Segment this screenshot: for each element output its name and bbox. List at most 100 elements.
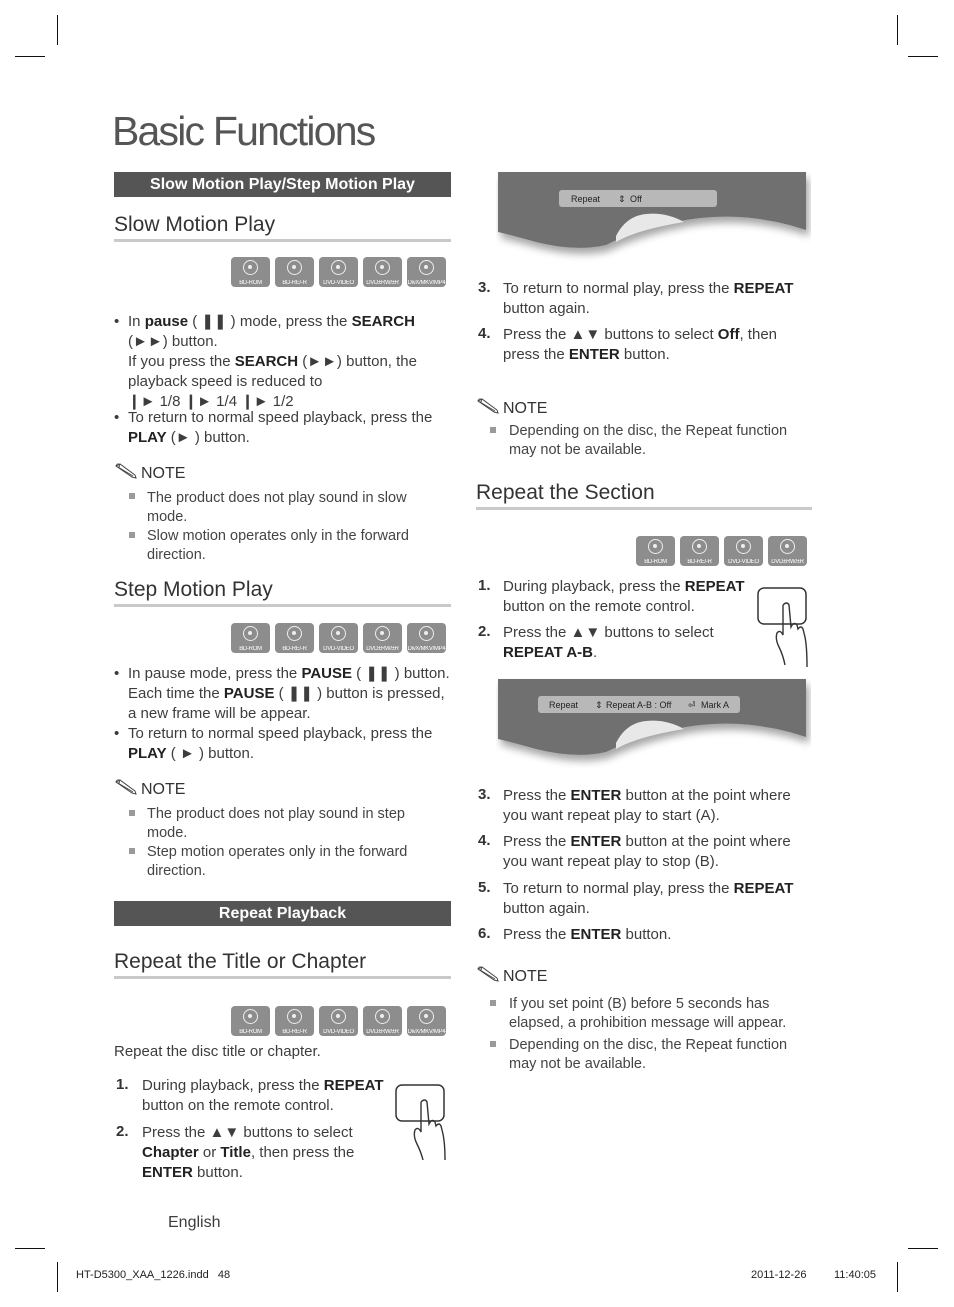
crop-mark (57, 1262, 58, 1292)
disc-icon (243, 1009, 258, 1024)
step-number: 4. (478, 832, 491, 849)
repeat-section-step-5: To return to normal play, press the REPE… (503, 880, 794, 917)
disc-icon (243, 260, 258, 275)
repeat-section-step-3: Press the ENTER button at the point wher… (503, 787, 791, 824)
disc-icon (287, 1009, 302, 1024)
remote-hand-icon (757, 587, 808, 668)
disc-icon (780, 539, 795, 554)
note-heading: NOTE (114, 779, 185, 800)
disc-icon (692, 539, 707, 554)
heading-rule (476, 507, 812, 510)
disc-icon (375, 626, 390, 641)
step-number: 1. (478, 577, 491, 594)
heading-step-motion: Step Motion Play (114, 578, 273, 601)
disc-type-label: DVD±RW/±R (366, 1029, 399, 1035)
note-bullet (490, 1041, 496, 1047)
disc-icon (243, 626, 258, 641)
crop-mark (15, 56, 45, 57)
disc-type-badge: DVD±RW/±R (363, 623, 402, 653)
footer-date: 2011-12-26 (751, 1269, 807, 1281)
bullet: • (114, 409, 120, 426)
note-item: Slow motion operates only in the forward… (147, 528, 409, 563)
disc-type-badge: BD-RE/-R (275, 1006, 314, 1036)
heading-slow-motion: Slow Motion Play (114, 213, 276, 236)
osd-screenshot-repeat-ab: Repeat ⇕ Repeat A-B : Off ⏎ Mark A (498, 679, 806, 755)
osd-updown-icon: ⇕ (618, 195, 626, 205)
bullet: • (114, 313, 120, 330)
step-number: 6. (478, 925, 491, 942)
disc-icon (375, 260, 390, 275)
disc-type-badge: BD-ROM (231, 257, 270, 287)
disc-type-badge: DivX/MKV/MP4 (407, 1006, 446, 1036)
slow-motion-bullet-2: To return to normal speed playback, pres… (128, 409, 433, 446)
heading-rule (114, 604, 451, 607)
note-item: If you set point (B) before 5 seconds ha… (509, 996, 787, 1031)
disc-type-badge: DivX/MKV/MP4 (407, 623, 446, 653)
disc-icon (419, 626, 434, 641)
note-heading: NOTE (114, 463, 185, 484)
repeat-section-step-4: Press the ENTER button at the point wher… (503, 833, 791, 870)
step-number: 4. (478, 325, 491, 342)
heading-repeat-title: Repeat the Title or Chapter (114, 950, 367, 973)
footer-time: 11:40:05 (834, 1269, 877, 1281)
step-number: 5. (478, 879, 491, 896)
note-bullet (129, 810, 135, 816)
disc-type-badge: DVD-VIDEO (319, 1006, 358, 1036)
disc-icon (287, 626, 302, 641)
note-bullet (490, 1000, 496, 1006)
disc-type-badge: BD-ROM (636, 536, 675, 566)
repeat-title-step-4: Press the ▲▼ buttons to select Off, then… (503, 326, 777, 363)
step-number: 3. (478, 279, 491, 296)
note-bullet (129, 532, 135, 538)
step-number: 3. (478, 786, 491, 803)
page-title: Basic Functions (112, 108, 376, 154)
osd-screenshot-repeat-off: Repeat ⇕ Off (498, 172, 806, 248)
bullet: • (114, 665, 120, 682)
note-item: The product does not play sound in slow … (147, 490, 407, 525)
crop-mark (897, 15, 898, 45)
disc-icon (736, 539, 751, 554)
step-motion-bullet-2: To return to normal speed playback, pres… (128, 725, 433, 762)
disc-icon (331, 626, 346, 641)
remote-hand-icon (395, 1084, 446, 1161)
disc-type-badge: BD-RE/-R (275, 257, 314, 287)
disc-type-label: DVD-VIDEO (323, 646, 354, 652)
disc-type-badge: DivX/MKV/MP4 (407, 257, 446, 287)
disc-type-label: DVD-VIDEO (728, 559, 759, 565)
osd-value: Repeat A-B : Off (606, 700, 672, 710)
disc-type-badge: BD-RE/-R (275, 623, 314, 653)
repeat-title-step-2: Press the ▲▼ buttons to select Chapter o… (142, 1124, 355, 1181)
note-bullet (129, 493, 135, 499)
pencil-icon (114, 463, 138, 484)
repeat-title-step-1: During playback, press the REPEAT button… (142, 1077, 384, 1114)
crop-mark (15, 1248, 45, 1249)
step-number: 1. (116, 1076, 129, 1093)
pencil-icon (476, 398, 500, 419)
repeat-section-step-6: Press the ENTER button. (503, 926, 672, 943)
note-item: Depending on the disc, the Repeat functi… (509, 1037, 788, 1072)
disc-type-label: BD-ROM (644, 559, 667, 565)
disc-type-label: BD-RE/-R (282, 646, 307, 652)
disc-type-label: BD-RE/-R (282, 1029, 307, 1035)
disc-type-label: DivX/MKV/MP4 (407, 646, 446, 652)
note-bullet (129, 848, 135, 854)
disc-type-icons: BD-ROM BD-RE/-R DVD-VIDEO DVD±RW/±R DivX/MKV… (231, 623, 446, 653)
heading-repeat-section: Repeat the Section (476, 481, 655, 504)
heading-rule (114, 976, 451, 979)
disc-type-label: DVD±RW/±R (366, 280, 399, 286)
disc-icon (287, 260, 302, 275)
step-number: 2. (116, 1123, 129, 1140)
disc-type-badge: DVD-VIDEO (319, 257, 358, 287)
disc-type-icons: BD-ROM BD-RE/-R DVD-VIDEO DVD±RW/±R (636, 536, 807, 566)
disc-type-badge: BD-ROM (231, 1006, 270, 1036)
section-band-repeat: Repeat Playback (114, 901, 451, 926)
repeat-title-step-3: To return to normal play, press the REPE… (503, 280, 794, 317)
step-number: 2. (478, 623, 491, 640)
osd-value: Off (630, 194, 642, 204)
disc-type-label: DVD±RW/±R (771, 559, 804, 565)
disc-type-label: BD-ROM (239, 280, 262, 286)
disc-icon (375, 1009, 390, 1024)
disc-type-label: DVD-VIDEO (323, 1029, 354, 1035)
disc-type-badge: DVD±RW/±R (363, 1006, 402, 1036)
disc-type-icons: BD-ROM BD-RE/-R DVD-VIDEO DVD±RW/±R DivX/MKV… (231, 1006, 446, 1036)
